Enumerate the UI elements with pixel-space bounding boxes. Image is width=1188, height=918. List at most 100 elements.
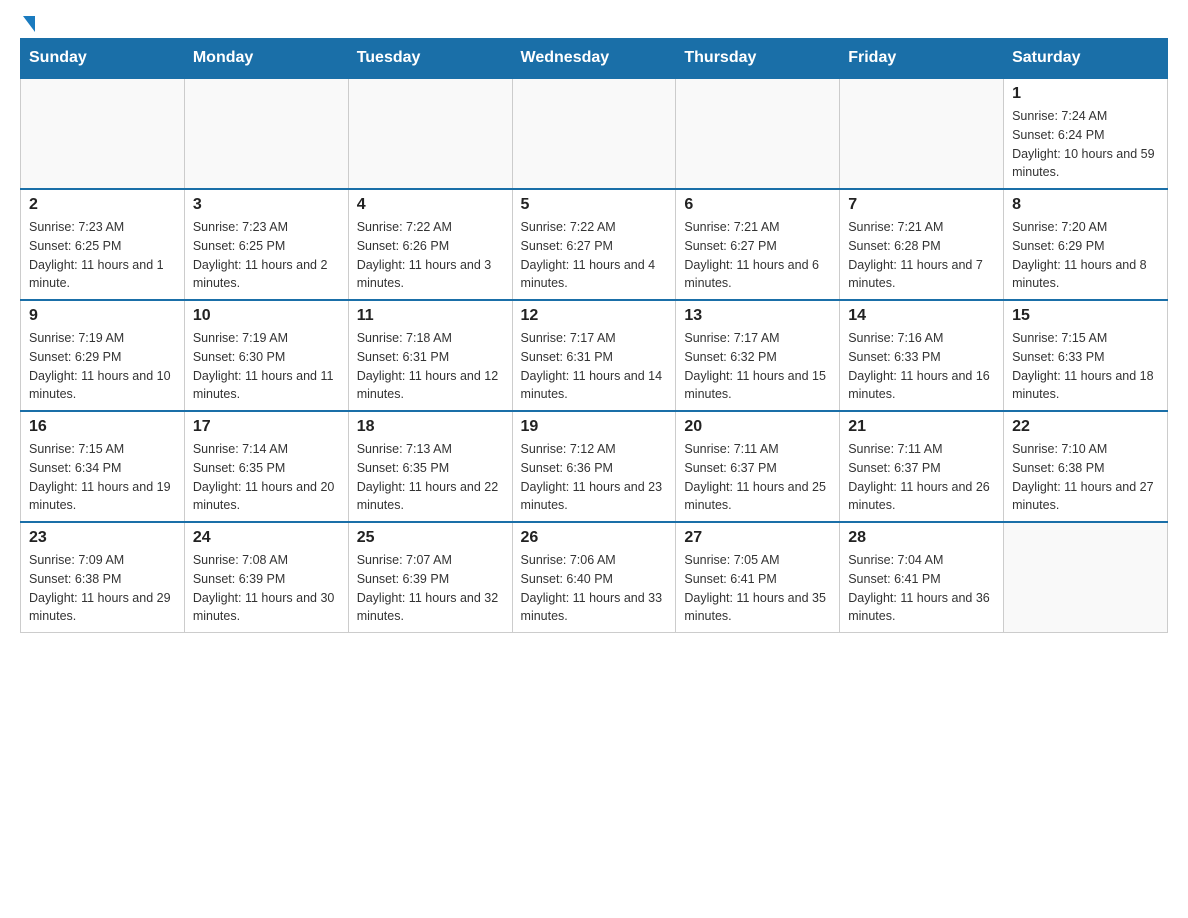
day-number: 11 <box>357 307 504 325</box>
day-info: Sunrise: 7:21 AM Sunset: 6:28 PM Dayligh… <box>848 218 995 293</box>
day-info: Sunrise: 7:13 AM Sunset: 6:35 PM Dayligh… <box>357 440 504 515</box>
day-number: 20 <box>684 418 831 436</box>
day-number: 23 <box>29 529 176 547</box>
day-number: 6 <box>684 196 831 214</box>
calendar-cell: 9 Sunrise: 7:19 AM Sunset: 6:29 PM Daylig… <box>21 300 185 411</box>
calendar-cell: 18 Sunrise: 7:13 AM Sunset: 6:35 PM Dayli… <box>348 411 512 522</box>
day-info: Sunrise: 7:23 AM Sunset: 6:25 PM Dayligh… <box>193 218 340 293</box>
calendar-cell: 19Sunrise: 7:12 AM Sunset: 6:36 PM Dayli… <box>512 411 676 522</box>
day-info: Sunrise: 7:19 AM Sunset: 6:30 PM Dayligh… <box>193 329 340 404</box>
day-info: Sunrise: 7:07 AM Sunset: 6:39 PM Dayligh… <box>357 551 504 626</box>
day-info: Sunrise: 7:22 AM Sunset: 6:27 PM Dayligh… <box>521 218 668 293</box>
calendar-table: SundayMondayTuesdayWednesdayThursdayFrid… <box>20 38 1168 633</box>
day-number: 22 <box>1012 418 1159 436</box>
day-number: 19 <box>521 418 668 436</box>
calendar-cell: 4 Sunrise: 7:22 AM Sunset: 6:26 PM Daylig… <box>348 189 512 300</box>
day-info: Sunrise: 7:16 AM Sunset: 6:33 PM Dayligh… <box>848 329 995 404</box>
day-number: 21 <box>848 418 995 436</box>
day-number: 27 <box>684 529 831 547</box>
day-info: Sunrise: 7:05 AM Sunset: 6:41 PM Dayligh… <box>684 551 831 626</box>
day-number: 4 <box>357 196 504 214</box>
calendar-cell <box>676 78 840 189</box>
day-info: Sunrise: 7:11 AM Sunset: 6:37 PM Dayligh… <box>684 440 831 515</box>
day-number: 12 <box>521 307 668 325</box>
calendar-header-monday: Monday <box>184 39 348 79</box>
calendar-cell: 8 Sunrise: 7:20 AM Sunset: 6:29 PM Daylig… <box>1004 189 1168 300</box>
day-number: 14 <box>848 307 995 325</box>
day-info: Sunrise: 7:11 AM Sunset: 6:37 PM Dayligh… <box>848 440 995 515</box>
day-info: Sunrise: 7:19 AM Sunset: 6:29 PM Dayligh… <box>29 329 176 404</box>
calendar-week-2: 2 Sunrise: 7:23 AM Sunset: 6:25 PM Daylig… <box>21 189 1168 300</box>
day-number: 9 <box>29 307 176 325</box>
calendar-cell: 26Sunrise: 7:06 AM Sunset: 6:40 PM Dayli… <box>512 522 676 633</box>
calendar-cell: 10 Sunrise: 7:19 AM Sunset: 6:30 PM Dayli… <box>184 300 348 411</box>
calendar-cell: 15 Sunrise: 7:15 AM Sunset: 6:33 PM Dayli… <box>1004 300 1168 411</box>
day-number: 24 <box>193 529 340 547</box>
calendar-cell <box>1004 522 1168 633</box>
day-number: 2 <box>29 196 176 214</box>
calendar-cell: 28 Sunrise: 7:04 AM Sunset: 6:41 PM Dayli… <box>840 522 1004 633</box>
calendar-cell: 20 Sunrise: 7:11 AM Sunset: 6:37 PM Dayli… <box>676 411 840 522</box>
logo-arrow-icon <box>23 16 35 32</box>
calendar-cell <box>21 78 185 189</box>
day-number: 18 <box>357 418 504 436</box>
calendar-cell: 13 Sunrise: 7:17 AM Sunset: 6:32 PM Dayli… <box>676 300 840 411</box>
calendar-header-tuesday: Tuesday <box>348 39 512 79</box>
day-info: Sunrise: 7:08 AM Sunset: 6:39 PM Dayligh… <box>193 551 340 626</box>
day-number: 16 <box>29 418 176 436</box>
calendar-cell <box>348 78 512 189</box>
day-number: 28 <box>848 529 995 547</box>
day-info: Sunrise: 7:20 AM Sunset: 6:29 PM Dayligh… <box>1012 218 1159 293</box>
day-info: Sunrise: 7:18 AM Sunset: 6:31 PM Dayligh… <box>357 329 504 404</box>
calendar-header-row: SundayMondayTuesdayWednesdayThursdayFrid… <box>21 39 1168 79</box>
day-number: 15 <box>1012 307 1159 325</box>
calendar-week-3: 9 Sunrise: 7:19 AM Sunset: 6:29 PM Daylig… <box>21 300 1168 411</box>
calendar-cell: 3 Sunrise: 7:23 AM Sunset: 6:25 PM Daylig… <box>184 189 348 300</box>
page-header <box>20 20 1168 28</box>
day-number: 8 <box>1012 196 1159 214</box>
calendar-cell: 25 Sunrise: 7:07 AM Sunset: 6:39 PM Dayli… <box>348 522 512 633</box>
calendar-header-wednesday: Wednesday <box>512 39 676 79</box>
calendar-cell: 16 Sunrise: 7:15 AM Sunset: 6:34 PM Dayli… <box>21 411 185 522</box>
calendar-cell: 21 Sunrise: 7:11 AM Sunset: 6:37 PM Dayli… <box>840 411 1004 522</box>
day-info: Sunrise: 7:17 AM Sunset: 6:32 PM Dayligh… <box>684 329 831 404</box>
calendar-week-1: 1 Sunrise: 7:24 AM Sunset: 6:24 PM Daylig… <box>21 78 1168 189</box>
logo <box>20 20 35 28</box>
day-info: Sunrise: 7:15 AM Sunset: 6:34 PM Dayligh… <box>29 440 176 515</box>
day-info: Sunrise: 7:24 AM Sunset: 6:24 PM Dayligh… <box>1012 107 1159 182</box>
day-number: 1 <box>1012 85 1159 103</box>
day-number: 13 <box>684 307 831 325</box>
calendar-header-saturday: Saturday <box>1004 39 1168 79</box>
calendar-cell: 5 Sunrise: 7:22 AM Sunset: 6:27 PM Daylig… <box>512 189 676 300</box>
calendar-cell: 27 Sunrise: 7:05 AM Sunset: 6:41 PM Dayli… <box>676 522 840 633</box>
calendar-header-friday: Friday <box>840 39 1004 79</box>
calendar-cell <box>184 78 348 189</box>
calendar-week-4: 16 Sunrise: 7:15 AM Sunset: 6:34 PM Dayli… <box>21 411 1168 522</box>
day-number: 5 <box>521 196 668 214</box>
day-info: Sunrise: 7:23 AM Sunset: 6:25 PM Dayligh… <box>29 218 176 293</box>
day-info: Sunrise: 7:21 AM Sunset: 6:27 PM Dayligh… <box>684 218 831 293</box>
calendar-cell: 24 Sunrise: 7:08 AM Sunset: 6:39 PM Dayli… <box>184 522 348 633</box>
day-number: 3 <box>193 196 340 214</box>
calendar-header-thursday: Thursday <box>676 39 840 79</box>
calendar-cell <box>512 78 676 189</box>
calendar-week-5: 23 Sunrise: 7:09 AM Sunset: 6:38 PM Dayli… <box>21 522 1168 633</box>
day-info: Sunrise: 7:10 AM Sunset: 6:38 PM Dayligh… <box>1012 440 1159 515</box>
day-info: Sunrise: 7:22 AM Sunset: 6:26 PM Dayligh… <box>357 218 504 293</box>
calendar-cell <box>840 78 1004 189</box>
day-info: Sunrise: 7:04 AM Sunset: 6:41 PM Dayligh… <box>848 551 995 626</box>
day-number: 17 <box>193 418 340 436</box>
calendar-cell: 14 Sunrise: 7:16 AM Sunset: 6:33 PM Dayli… <box>840 300 1004 411</box>
day-info: Sunrise: 7:15 AM Sunset: 6:33 PM Dayligh… <box>1012 329 1159 404</box>
day-info: Sunrise: 7:14 AM Sunset: 6:35 PM Dayligh… <box>193 440 340 515</box>
calendar-cell: 1 Sunrise: 7:24 AM Sunset: 6:24 PM Daylig… <box>1004 78 1168 189</box>
day-info: Sunrise: 7:09 AM Sunset: 6:38 PM Dayligh… <box>29 551 176 626</box>
calendar-cell: 12 Sunrise: 7:17 AM Sunset: 6:31 PM Dayli… <box>512 300 676 411</box>
day-number: 7 <box>848 196 995 214</box>
day-info: Sunrise: 7:06 AM Sunset: 6:40 PM Dayligh… <box>521 551 668 626</box>
calendar-cell: 11 Sunrise: 7:18 AM Sunset: 6:31 PM Dayli… <box>348 300 512 411</box>
day-number: 10 <box>193 307 340 325</box>
day-info: Sunrise: 7:17 AM Sunset: 6:31 PM Dayligh… <box>521 329 668 404</box>
day-number: 25 <box>357 529 504 547</box>
calendar-header-sunday: Sunday <box>21 39 185 79</box>
